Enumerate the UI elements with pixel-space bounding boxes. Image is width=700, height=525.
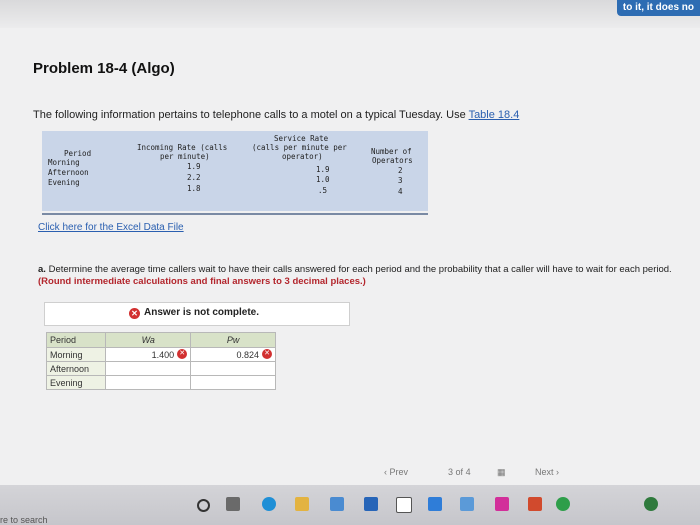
of-label: of <box>455 467 464 477</box>
intro-sentence: The following information pertains to te… <box>33 109 469 121</box>
taskbar-search[interactable]: re to search <box>0 515 48 525</box>
next-button[interactable]: Next › <box>535 467 559 477</box>
dropbox-icon[interactable] <box>428 497 442 511</box>
taskbar: re to search <box>0 485 700 525</box>
header-operators: Number of <box>371 147 412 156</box>
row-operators: 3 <box>398 176 403 185</box>
wa-input[interactable]: 1.400 ✕ <box>105 347 192 362</box>
answer-status-text: Answer is not complete. <box>144 307 260 318</box>
row-incoming: 1.8 <box>187 184 201 193</box>
task-view-icon[interactable] <box>226 497 240 511</box>
assignment-page: Problem 18-4 (Algo) The following inform… <box>0 28 700 485</box>
incorrect-icon: ✕ <box>177 349 188 359</box>
wa-input[interactable] <box>105 375 192 390</box>
table-link[interactable]: Table 18.4 <box>469 109 520 121</box>
cortana-icon[interactable] <box>197 499 210 512</box>
browser-top-bar: to it, it does no <box>0 0 700 28</box>
answer-table-header: Period Wa Pw <box>45 332 276 348</box>
header-incoming2: per minute) <box>160 152 210 161</box>
row-incoming: 2.2 <box>187 173 201 182</box>
row-service: 1.9 <box>316 165 330 174</box>
header-service-rate: Service Rate <box>274 134 329 143</box>
row-incoming: 1.9 <box>187 162 201 171</box>
prev-label: Prev <box>389 467 409 477</box>
app-icon[interactable] <box>460 497 474 511</box>
question-a: a. Determine the average time callers wa… <box>38 264 678 288</box>
grid-icon[interactable]: ▦ <box>497 467 506 478</box>
page-indicator: 3 of 4 <box>448 467 471 477</box>
row-period: Afternoon <box>48 168 89 177</box>
table-row: Afternoon <box>45 361 276 376</box>
pw-value: 0.824 <box>236 349 259 360</box>
mail-icon[interactable] <box>364 497 378 511</box>
tray-icon[interactable] <box>644 497 658 511</box>
header-operators2: Operators <box>372 156 413 165</box>
app-icon[interactable] <box>528 497 542 511</box>
header-service3: operator) <box>282 152 323 161</box>
problem-title: Problem 18-4 (Algo) <box>33 60 175 77</box>
col-period: Period <box>45 332 107 348</box>
file-explorer-icon[interactable] <box>295 497 309 511</box>
edge-icon[interactable] <box>262 497 276 511</box>
chevron-left-icon: ‹ <box>384 467 387 477</box>
store-icon[interactable] <box>330 497 344 511</box>
error-icon: ✕ <box>129 308 140 319</box>
row-period: Morning <box>48 158 80 167</box>
intro-text: The following information pertains to te… <box>33 109 519 121</box>
header-service2: (calls per minute per <box>252 143 347 152</box>
row-service: 1.0 <box>316 175 330 184</box>
rounding-instruction: (Round intermediate calculations and fin… <box>38 276 366 287</box>
header-period: Period <box>64 149 92 158</box>
col-wa: Wa <box>105 332 192 348</box>
app-icon[interactable] <box>495 497 509 511</box>
amazon-icon[interactable] <box>396 497 412 513</box>
row-operators: 2 <box>398 166 403 175</box>
question-label: a. <box>38 264 46 275</box>
pw-input[interactable] <box>190 375 276 390</box>
row-period: Evening <box>45 375 107 390</box>
current-page: 3 <box>448 467 454 477</box>
answer-table: Period Wa Pw Morning 1.400 ✕ 0.824 ✕ After… <box>45 332 276 390</box>
answer-status-banner: ✕ Answer is not complete. <box>44 302 350 326</box>
pw-input[interactable] <box>190 361 276 376</box>
excel-data-link[interactable]: Click here for the Excel Data File <box>38 222 184 233</box>
prev-button[interactable]: ‹ Prev <box>384 467 408 477</box>
table-row: Evening <box>45 375 276 390</box>
table-bottom-rule <box>42 213 428 215</box>
header-incoming: Incoming Rate (calls <box>137 143 228 152</box>
row-service: .5 <box>318 186 328 195</box>
question-text: Determine the average time callers wait … <box>48 264 672 275</box>
top-right-banner: to it, it does no <box>616 0 700 16</box>
chevron-right-icon: › <box>556 467 560 477</box>
col-pw: Pw <box>190 332 276 348</box>
wa-value: 1.400 <box>151 349 175 360</box>
row-period: Evening <box>48 178 80 187</box>
row-period: Afternoon <box>45 361 107 376</box>
pw-input[interactable]: 0.824 ✕ <box>190 347 276 362</box>
next-label: Next <box>535 467 554 477</box>
data-table: Service Rate Incoming Rate (calls (calls… <box>42 131 428 215</box>
row-operators: 4 <box>398 187 403 196</box>
row-period: Morning <box>45 347 107 362</box>
total-pages: 4 <box>465 467 471 477</box>
incorrect-icon: ✕ <box>262 349 272 359</box>
table-row: Morning 1.400 ✕ 0.824 ✕ <box>45 347 276 362</box>
chrome-icon[interactable] <box>556 497 570 511</box>
wa-input[interactable] <box>105 361 192 376</box>
